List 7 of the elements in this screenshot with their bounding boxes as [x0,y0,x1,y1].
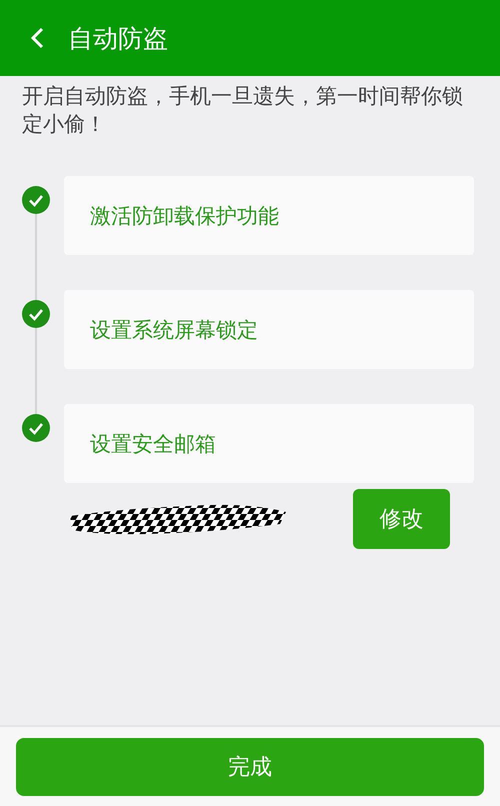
step-card[interactable]: 设置系统屏幕锁定 [64,290,474,369]
step-card[interactable]: 激活防卸载保护功能 [64,176,474,255]
done-button[interactable]: 完成 [16,738,484,796]
edit-button[interactable]: 修改 [353,489,450,549]
step-card[interactable]: 设置安全邮箱 [64,404,474,483]
intro-text: 开启自动防盗，手机一旦遗失，第一时间帮你锁定小偷！ [22,83,464,138]
page-title: 自动防盗 [68,22,168,54]
